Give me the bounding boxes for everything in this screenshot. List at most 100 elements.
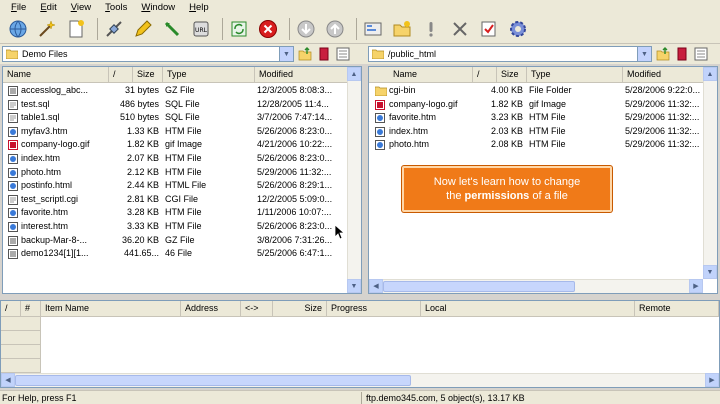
file-row[interactable]: demo1234[1][1... 441.65... 46 File 5/25/200… <box>3 247 361 261</box>
file-row[interactable]: photo.htm 2.12 KB HTM File 5/29/2006 11:32:… <box>3 166 361 180</box>
file-row[interactable]: test_scriptl.cgi 2.81 KB CGI File 12/2/2005… <box>3 193 361 207</box>
file-type: HTM File <box>529 139 566 150</box>
col-type[interactable]: Type <box>163 67 255 82</box>
col-modified[interactable]: Modified <box>255 67 349 82</box>
q-col-number[interactable]: # <box>21 301 41 316</box>
stop-icon[interactable] <box>256 17 280 41</box>
chevron-down-icon[interactable]: ▼ <box>637 47 651 61</box>
q-col-local[interactable]: Local <box>421 301 635 316</box>
scroll-thumb[interactable] <box>15 375 411 386</box>
file-row[interactable]: favorite.htm 3.28 KB HTM File 1/11/2006 10:… <box>3 206 361 220</box>
transfer-queue[interactable]: / # Item Name Address <-> Size Progress … <box>0 300 720 388</box>
menu-window[interactable]: Window <box>141 2 175 13</box>
scroll-up-icon[interactable]: ▲ <box>703 67 717 81</box>
file-type: 46 File <box>165 248 193 259</box>
file-row[interactable]: company-logo.gif 1.82 KB gif Image 5/29/200… <box>369 98 717 112</box>
bang-icon[interactable] <box>419 17 443 41</box>
local-path-combo[interactable]: Demo Files ▼ <box>2 46 294 62</box>
file-name: favorite.htm <box>21 207 69 218</box>
menu-edit[interactable]: Edit <box>40 2 56 13</box>
scroll-up-icon[interactable]: ▲ <box>347 67 361 81</box>
scroll-left-icon[interactable]: ◀ <box>1 373 15 387</box>
menu-help[interactable]: Help <box>189 2 209 13</box>
htm-file-icon <box>8 222 18 232</box>
col-name[interactable]: Name <box>369 67 473 82</box>
properties-icon[interactable] <box>361 17 385 41</box>
file-row[interactable]: favorite.htm 3.23 KB HTM File 5/29/2006 11:… <box>369 111 717 125</box>
file-row[interactable]: table1.sql 510 bytes SQL File 3/7/2006 7:47… <box>3 111 361 125</box>
file-row[interactable]: postinfo.html 2.44 KB HTML File 5/26/2006 8… <box>3 179 361 193</box>
col-type[interactable]: Type <box>527 67 623 82</box>
file-type: GZ File <box>165 85 195 95</box>
remote-horizontal-scrollbar[interactable]: ◀ ▶ <box>369 279 703 293</box>
file-size: 2.03 KB <box>490 125 523 136</box>
up-folder-icon[interactable] <box>297 46 313 62</box>
col-size[interactable]: Size <box>133 67 163 82</box>
scroll-thumb[interactable] <box>383 281 575 292</box>
scroll-right-icon[interactable]: ▶ <box>689 279 703 293</box>
q-col-sort[interactable]: / <box>1 301 21 316</box>
script-icon[interactable]: URL <box>189 17 213 41</box>
menu-file[interactable]: File <box>11 2 26 13</box>
folder-icon <box>371 49 385 60</box>
file-row[interactable]: accesslog_abc... 31 bytes GZ File 12/3/2005… <box>3 84 361 98</box>
q-col-item-name[interactable]: Item Name <box>41 301 181 316</box>
queue-horizontal-scrollbar[interactable]: ◀ ▶ <box>1 373 719 387</box>
remote-vertical-scrollbar[interactable]: ▲ ▼ <box>703 67 717 279</box>
bookmark-icon[interactable] <box>160 17 184 41</box>
chevron-down-icon[interactable]: ▼ <box>279 47 293 61</box>
col-sort[interactable]: / <box>109 67 133 82</box>
toolbar-separator <box>356 17 357 40</box>
local-vertical-scrollbar[interactable]: ▲ ▼ <box>347 67 361 293</box>
file-row[interactable]: cgi-bin 4.00 KB File Folder 5/28/2006 9:22:… <box>369 84 717 98</box>
upload-icon[interactable] <box>323 17 347 41</box>
scroll-down-icon[interactable]: ▼ <box>347 279 361 293</box>
menu-view[interactable]: View <box>71 2 91 13</box>
local-file-list[interactable]: Name / Size Type Modified accesslog_abc.… <box>2 66 362 294</box>
scroll-down-icon[interactable]: ▼ <box>703 265 717 279</box>
connect-icon[interactable] <box>6 17 30 41</box>
file-row[interactable]: backup-Mar-8-... 36.20 KB GZ File 3/8/2006 … <box>3 234 361 248</box>
file-size: 1.82 KB <box>490 98 523 109</box>
toolbar-separator <box>97 17 98 40</box>
new-folder-icon[interactable] <box>390 17 414 41</box>
scroll-left-icon[interactable]: ◀ <box>369 279 383 293</box>
toggle-view-icon[interactable] <box>335 46 351 62</box>
delete-icon[interactable] <box>448 17 472 41</box>
file-row[interactable]: test.sql 486 bytes SQL File 12/28/2005 11:4… <box>3 98 361 112</box>
bookmarks-icon[interactable] <box>316 46 332 62</box>
q-col-address[interactable]: Address <box>181 301 241 316</box>
col-name[interactable]: Name <box>3 67 109 82</box>
bookmarks-icon[interactable] <box>674 46 690 62</box>
file-type: CGI File <box>165 193 199 204</box>
check-icon[interactable] <box>477 17 501 41</box>
refresh-icon[interactable] <box>227 17 251 41</box>
file-size: 3.33 KB <box>126 221 159 231</box>
file-row[interactable]: company-logo.gif 1.82 KB gif Image 4/21/200… <box>3 138 361 152</box>
edit-icon[interactable] <box>131 17 155 41</box>
file-row[interactable]: index.htm 2.07 KB HTM File 5/26/2006 8:23:0… <box>3 152 361 166</box>
q-col-direction[interactable]: <-> <box>241 301 273 316</box>
file-row[interactable]: myfav3.htm 1.33 KB HTM File 5/26/2006 8:23:… <box>3 125 361 139</box>
menu-tools[interactable]: Tools <box>105 2 127 13</box>
wizard-icon[interactable] <box>35 17 59 41</box>
download-icon[interactable] <box>294 17 318 41</box>
file-row[interactable]: photo.htm 2.08 KB HTM File 5/29/2006 11:32:… <box>369 138 717 152</box>
q-col-progress[interactable]: Progress <box>327 301 421 316</box>
disconnect-icon[interactable] <box>102 17 126 41</box>
file-type: File Folder <box>529 85 572 95</box>
file-size: 2.07 KB <box>126 153 159 163</box>
new-icon[interactable] <box>64 17 88 41</box>
col-size[interactable]: Size <box>497 67 527 82</box>
file-row[interactable]: interest.htm 3.33 KB HTM File 5/26/2006 8:2… <box>3 220 361 234</box>
q-col-remote[interactable]: Remote <box>635 301 719 316</box>
file-row[interactable]: index.htm 2.03 KB HTM File 5/29/2006 11:32:… <box>369 125 717 139</box>
toggle-view-icon[interactable] <box>693 46 709 62</box>
settings-icon[interactable] <box>506 17 530 41</box>
up-folder-icon[interactable] <box>655 46 671 62</box>
remote-path-combo[interactable]: /public_html ▼ <box>368 46 652 62</box>
col-sort[interactable]: / <box>473 67 497 82</box>
scroll-right-icon[interactable]: ▶ <box>705 373 719 387</box>
file-size: 36.20 KB <box>121 234 159 245</box>
q-col-size[interactable]: Size <box>273 301 327 316</box>
